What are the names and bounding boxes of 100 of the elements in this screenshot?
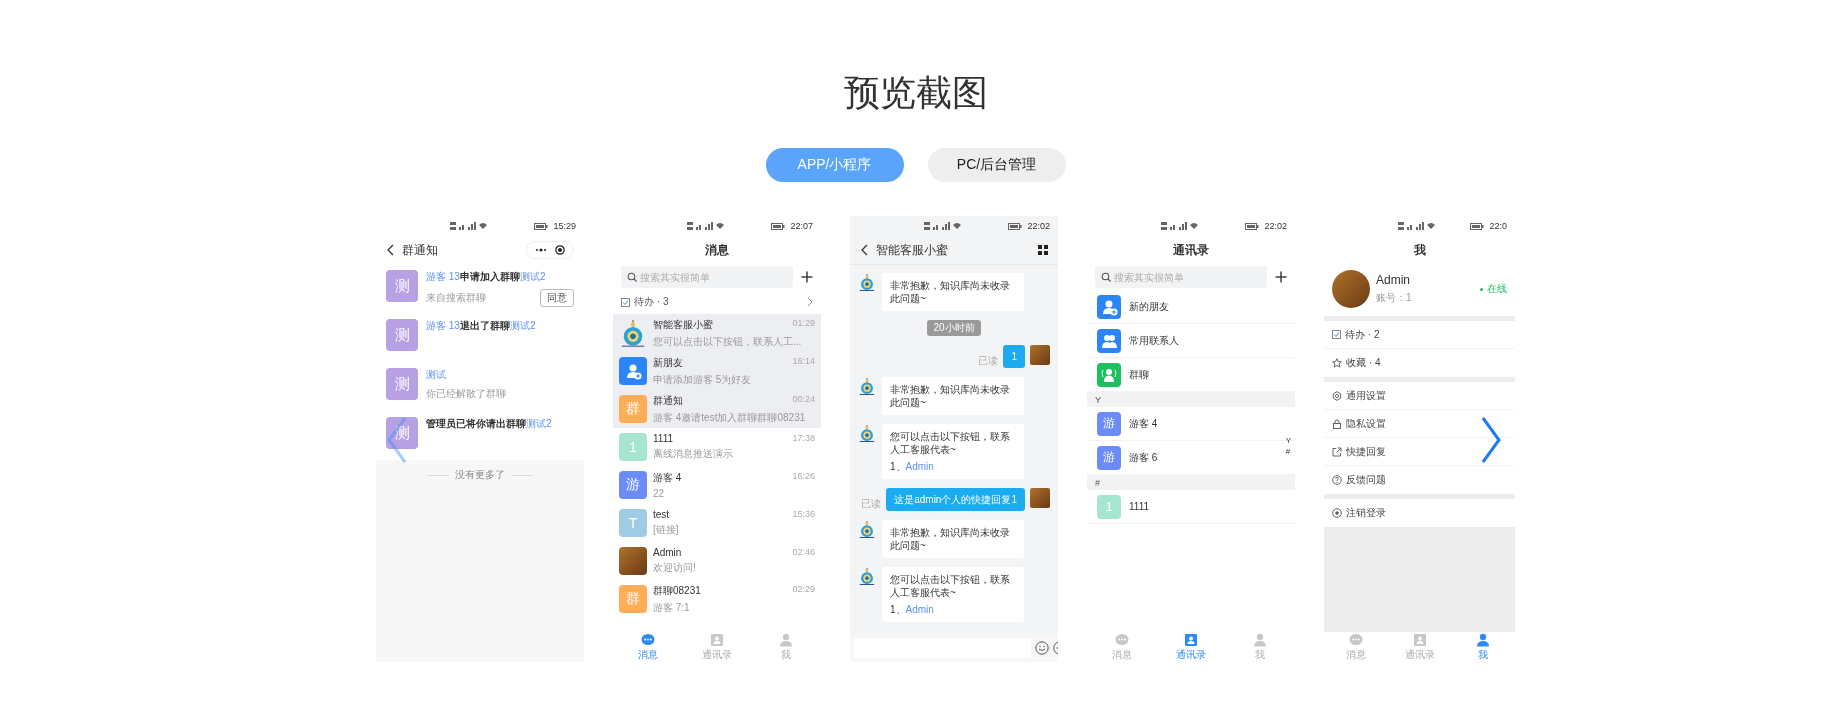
more-dots-icon xyxy=(535,248,547,252)
status-time: 22:07 xyxy=(790,221,813,231)
chat-list-item[interactable]: 游 游客 4 16:26 22 xyxy=(613,466,821,504)
chat-list-item[interactable]: 群 群通知 00:24 游客 4邀请test加入群聊群聊08231 xyxy=(613,390,821,428)
screen-title: 消息 xyxy=(705,241,729,259)
message-bubble: 您可以点击以下按钮，联系人工客服代表~ 1、Admin xyxy=(882,424,1024,479)
notice-text: 游客 13退出了群聊测试2 xyxy=(426,319,537,333)
tab-bar-item[interactable]: 通讯录 xyxy=(1156,632,1226,662)
robot-icon xyxy=(858,567,876,585)
index-letter[interactable]: # xyxy=(1285,447,1291,456)
screen-title: 通讯录 xyxy=(1173,241,1209,259)
battery-icon xyxy=(1008,222,1023,230)
agree-button[interactable]: 同意 xyxy=(540,289,574,307)
avatar: 游 xyxy=(1097,411,1121,436)
person-icon xyxy=(779,632,794,647)
todo-checkbox-icon xyxy=(1332,330,1341,339)
contact-entry[interactable]: 新的朋友 xyxy=(1087,290,1295,324)
status-time: 22:02 xyxy=(1027,221,1050,231)
avatar: 1 xyxy=(619,433,647,461)
notice-text: 管理员已将你请出群聊测试2 xyxy=(426,417,553,431)
chat-time: 02:29 xyxy=(792,583,815,596)
avatar: 游 xyxy=(619,471,647,499)
battery-icon xyxy=(534,222,549,230)
status-time: 15:29 xyxy=(553,221,576,231)
smiley-icon xyxy=(1035,641,1049,655)
battery-icon xyxy=(1470,222,1485,230)
contact-name: 1111 xyxy=(1129,501,1150,512)
account-text: 账号：1 xyxy=(1376,291,1413,305)
photo-placeholder xyxy=(1030,488,1050,508)
person-icon xyxy=(1476,632,1491,647)
search-field[interactable]: 搜索其实很简单 xyxy=(621,266,793,288)
contact-item[interactable]: 1 1111 xyxy=(1087,490,1295,524)
photo-placeholder xyxy=(1332,270,1370,308)
chat-name: 智能客服小蜜 xyxy=(653,317,713,332)
status-time: 22:0 xyxy=(1489,221,1507,231)
entry-label: 新的朋友 xyxy=(1129,299,1169,314)
chat-name: test xyxy=(653,509,670,520)
entry-label: 常用联系人 xyxy=(1129,333,1179,348)
message-bubble: 非常抱歉，知识库尚未收录此问题~ xyxy=(882,377,1024,415)
chat-preview: 申请添加游客 5为好友 xyxy=(653,372,753,387)
chat-name: 群通知 xyxy=(653,393,683,408)
chat-list-item[interactable]: 智能客服小蜜 01:29 您可以点击以下按钮，联系人工... xyxy=(613,314,821,352)
chat-name: 新朋友 xyxy=(653,355,683,370)
chat-preview: 您可以点击以下按钮，联系人工... xyxy=(653,334,803,349)
entry-label: 群聊 xyxy=(1129,367,1149,382)
robot-icon xyxy=(858,377,876,395)
contact-entry[interactable]: 常用联系人 xyxy=(1087,324,1295,358)
chat-time: 15:36 xyxy=(792,509,815,520)
status-time: 22:02 xyxy=(1264,221,1287,231)
lock-icon xyxy=(1332,418,1342,429)
chat-time: 00:24 xyxy=(792,393,815,406)
tab-bar-item[interactable]: 我 xyxy=(1451,632,1515,662)
chat-preview: 游客 4邀请test加入群聊群聊08231 xyxy=(653,410,807,425)
chat-list-item[interactable]: 1 1111 17:38 离线消息推送演示 xyxy=(613,428,821,466)
notice-note: 来自搜索群聊 xyxy=(426,291,486,305)
chat-list-item[interactable]: Admin 02:46 欢迎访问! xyxy=(613,542,821,580)
chat-list-item[interactable]: 新朋友 16:14 申请添加游客 5为好友 xyxy=(613,352,821,390)
message-bubble: 您可以点击以下按钮，联系人工客服代表~ 1、Admin xyxy=(882,567,1024,622)
photo-placeholder xyxy=(619,547,647,575)
tab-bar-item[interactable]: 消息 xyxy=(613,632,683,662)
avatar: 测 xyxy=(386,417,418,449)
plus-icon xyxy=(1275,271,1287,283)
person-icon xyxy=(1253,632,1268,647)
chat-time: 16:14 xyxy=(792,355,815,368)
search-field[interactable]: 搜索其实很简单 xyxy=(1095,266,1267,288)
message-bubble: 1 xyxy=(1003,345,1025,368)
avatar: 测 xyxy=(386,319,418,351)
message-bubble: 非常抱歉，知识库尚未收录此问题~ xyxy=(882,273,1024,311)
chat-name: 游客 4 xyxy=(653,471,682,485)
chat-preview: [链接] xyxy=(653,523,680,537)
screen-title: 我 xyxy=(1413,241,1426,259)
read-receipt: 已读 xyxy=(978,354,999,368)
external-link-icon xyxy=(1332,446,1342,457)
section-header: Y xyxy=(1087,392,1295,407)
section-header: # xyxy=(1087,475,1295,490)
photo-placeholder xyxy=(1030,345,1050,365)
chat-time: 16:26 xyxy=(792,471,815,483)
search-icon xyxy=(1101,272,1111,282)
chat-list-item[interactable]: T test 15:36 [链接] xyxy=(613,504,821,542)
end-of-list-text: 没有更多了 xyxy=(455,468,505,482)
notice-text: 游客 13申请加入群聊测试2 xyxy=(426,270,547,284)
chat-preview: 游客 7:1 xyxy=(653,600,691,615)
battery-icon xyxy=(1245,222,1260,230)
logout-icon xyxy=(1332,508,1342,518)
todo-label[interactable]: 待办 · 3 xyxy=(634,295,803,309)
user-name: Admin xyxy=(1376,273,1411,287)
target-icon xyxy=(555,245,565,255)
avatar: 测 xyxy=(386,368,418,400)
chat-name: Admin xyxy=(653,547,682,558)
page-title: 预览截图 xyxy=(843,71,988,115)
chat-name: 1111 xyxy=(653,433,674,444)
chat-list-item[interactable]: 群 群聊08231 02:29 游客 7:1 xyxy=(613,580,821,618)
next-arrow-button[interactable] xyxy=(1480,416,1502,464)
robot-icon xyxy=(858,424,876,442)
notice-text: 测试 xyxy=(426,368,447,382)
star-icon xyxy=(1332,358,1342,368)
robot-icon xyxy=(858,520,876,538)
category-tab[interactable]: PC/后台管理 xyxy=(927,148,1066,182)
contact-name: 游客 4 xyxy=(1129,416,1158,431)
timestamp-label: 20小时前 xyxy=(927,320,981,336)
